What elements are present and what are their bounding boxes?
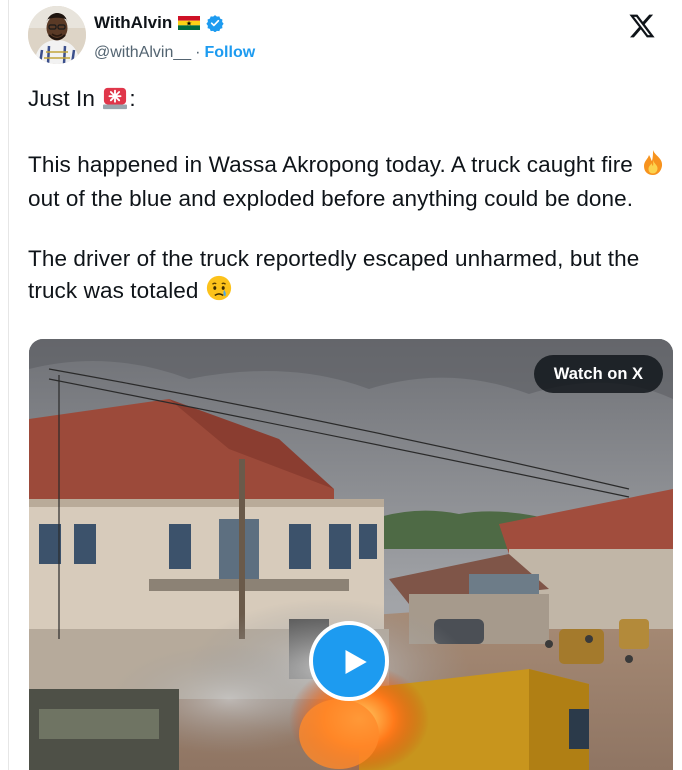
tweet-text: Just In : This happened in Wassa Akropon… xyxy=(28,84,673,310)
tweet-paragraph-2-part-1: This happened in Wassa Akropong today. A… xyxy=(28,152,633,177)
tweet-header: WithAlvin @withAlvin__ · Follow xyxy=(28,6,668,66)
tweet-paragraph-2: This happened in Wassa Akropong today. A… xyxy=(28,148,673,214)
tweet-paragraph-2-part-2: out of the blue and exploded before anyt… xyxy=(28,186,634,211)
tweet-line-1-text: Just In xyxy=(28,86,95,111)
siren-emoji xyxy=(101,86,129,118)
verified-badge-icon xyxy=(206,14,224,33)
play-icon xyxy=(345,649,367,675)
separator-dot: · xyxy=(195,44,201,61)
tweet-line-1: Just In : xyxy=(28,84,673,118)
fire-emoji xyxy=(639,148,667,184)
crying-face-emoji xyxy=(205,274,233,310)
avatar[interactable] xyxy=(28,6,86,64)
play-button[interactable] xyxy=(309,621,389,701)
divider xyxy=(8,0,9,770)
video-scene-image xyxy=(29,339,673,770)
handle-line: @withAlvin__ · Follow xyxy=(94,44,255,62)
display-name[interactable]: WithAlvin xyxy=(94,13,172,33)
tweet-paragraph-3: The driver of the truck reportedly escap… xyxy=(28,244,673,310)
colon: : xyxy=(129,86,136,111)
ghana-flag-icon xyxy=(178,16,201,30)
tweet-embed-card: WithAlvin @withAlvin__ · Follow Just In … xyxy=(0,0,682,770)
follow-button[interactable]: Follow xyxy=(205,44,256,62)
watch-on-x-button[interactable]: Watch on X xyxy=(533,355,663,393)
user-handle[interactable]: @withAlvin__ xyxy=(94,44,191,62)
x-logo-icon[interactable] xyxy=(628,12,656,40)
video-thumbnail[interactable]: Watch on X xyxy=(29,339,673,770)
tweet-paragraph-3-text: The driver of the truck reportedly escap… xyxy=(28,246,640,303)
name-line: WithAlvin xyxy=(94,12,224,34)
